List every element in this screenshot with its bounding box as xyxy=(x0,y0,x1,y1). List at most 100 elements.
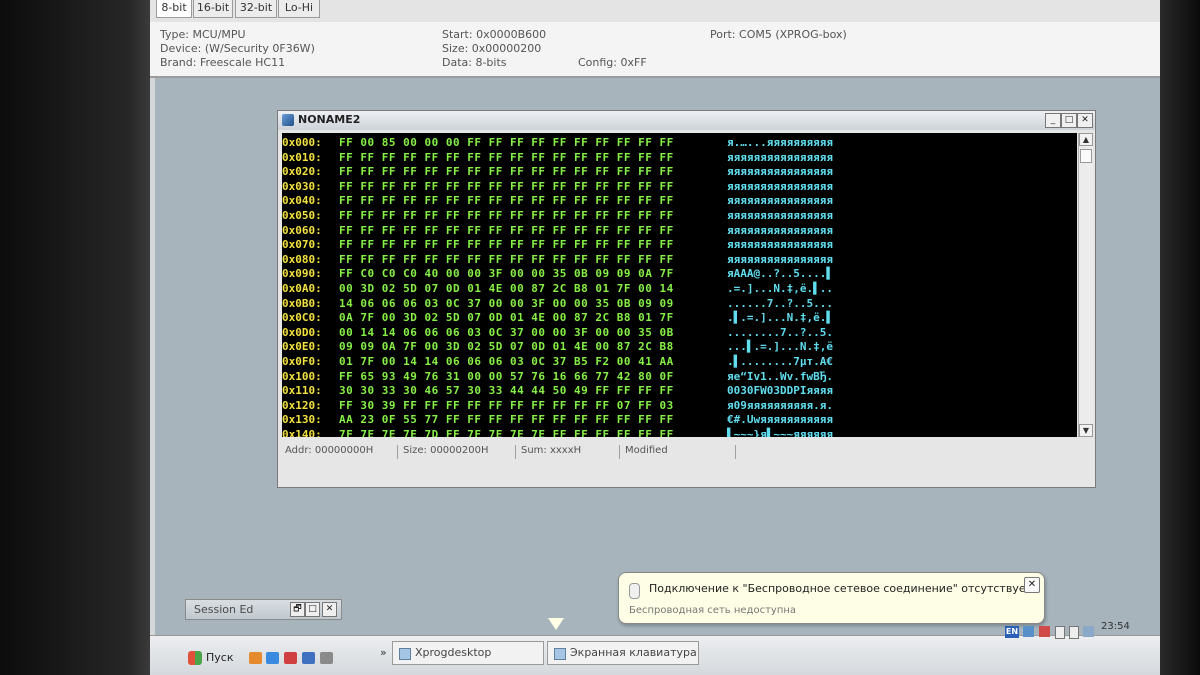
device-type: Type: MCU/MPU xyxy=(160,28,246,41)
tool-icon[interactable] xyxy=(320,652,333,664)
wireless-icon xyxy=(629,583,640,599)
hex-address: 0x010: xyxy=(282,150,322,164)
hex-address: 0x0E0: xyxy=(282,340,322,354)
task-label: Xprogdesktop xyxy=(415,646,492,659)
hex-ascii: яяяяяяяяяяяяяяяя xyxy=(727,238,833,252)
minimize-button[interactable]: _ xyxy=(1045,113,1061,128)
maximize-button[interactable]: □ xyxy=(1061,113,1077,128)
internet-explorer-icon[interactable] xyxy=(249,652,262,664)
hex-bytes: 09 09 0A 7F 00 3D 02 5D 07 0D 01 4E 00 8… xyxy=(339,340,674,354)
vertical-scrollbar[interactable]: ▲ ▼ xyxy=(1078,133,1093,437)
status-addr: Addr: 00000000H xyxy=(282,445,398,459)
port-value: Port: COM5 (XPROG-box) xyxy=(710,28,847,41)
device-icon[interactable] xyxy=(1055,626,1065,639)
hex-address: 0x030: xyxy=(282,179,322,193)
scroll-down-icon[interactable]: ▼ xyxy=(1079,424,1093,437)
scroll-up-icon[interactable]: ▲ xyxy=(1079,133,1093,146)
hex-address: 0x130: xyxy=(282,413,322,427)
data-width: Data: 8-bits xyxy=(442,56,507,69)
hex-bytes: FF 30 39 FF FF FF FF FF FF FF FF FF FF 0… xyxy=(339,398,674,412)
data-width-tabs: 8-bit 16-bit 32-bit Lo-Hi xyxy=(150,0,1160,22)
hex-bytes: AA 23 0F 55 77 FF FF FF FF FF FF FF FF F… xyxy=(339,413,674,427)
hex-bytes: 30 30 33 30 46 57 30 33 44 44 50 49 FF F… xyxy=(339,384,674,398)
hex-bytes: 00 14 14 06 06 06 03 0C 37 00 00 3F 00 0… xyxy=(339,325,674,339)
hex-bytes: FF 00 85 00 00 00 FF FF FF FF FF FF FF F… xyxy=(339,136,674,149)
hex-bytes: 00 3D 02 5D 07 0D 01 4E 00 87 2C B8 01 7… xyxy=(339,282,674,295)
hex-address: 0x0F0: xyxy=(282,355,322,368)
hex-dump-area[interactable]: 0x000: FF 00 85 00 00 00 FF FF FF FF FF F… xyxy=(282,133,1077,437)
minimized-window-label: Session Ed xyxy=(194,603,254,616)
volume-icon[interactable] xyxy=(1083,626,1094,637)
hex-bytes: FF 65 93 49 76 31 00 00 57 76 16 66 77 4… xyxy=(339,369,674,383)
maximize-button[interactable]: □ xyxy=(305,602,320,617)
device-name: Device: (W/Security 0F36W) xyxy=(160,42,315,55)
tab-8-bit[interactable]: 8-bit xyxy=(156,0,192,18)
minimized-session-window[interactable]: Session Ed 🗗 □ ✕ xyxy=(185,599,342,620)
keyboard-icon xyxy=(554,648,566,660)
hex-ascii: ...▌.=.]...N.‡,ё xyxy=(727,340,833,354)
hex-address: 0x090: xyxy=(282,267,322,281)
hex-bytes: 0A 7F 00 3D 02 5D 07 0D 01 4E 00 87 2C B… xyxy=(339,311,674,325)
task-onscreen-keyboard[interactable]: Экранная клавиатура xyxy=(547,641,699,665)
hex-ascii: яяяяяяяяяяяяяяяя xyxy=(727,179,833,193)
device-info-bar: Type: MCU/MPU Device: (W/Security 0F36W)… xyxy=(150,22,1160,78)
hex-address: 0x070: xyxy=(282,238,322,252)
notification-close-button[interactable]: ✕ xyxy=(1024,577,1040,593)
battery-icon[interactable] xyxy=(1069,626,1079,639)
hex-bytes: FF FF FF FF FF FF FF FF FF FF FF FF FF F… xyxy=(339,223,674,237)
hex-ascii: яяяяяяяяяяяяяяяя xyxy=(727,150,833,164)
hex-address: 0x100: xyxy=(282,369,322,383)
hex-address: 0x020: xyxy=(282,165,322,179)
screen: 8-bit 16-bit 32-bit Lo-Hi Type: MCU/MPU … xyxy=(150,0,1160,675)
hex-address: 0x110: xyxy=(282,384,322,398)
hex-status-bar: Addr: 00000000H Size: 00000200H Sum: xxx… xyxy=(282,443,1091,461)
hex-ascii: 0030FW03DDPIяяяя xyxy=(727,384,833,398)
tab-32-bit[interactable]: 32-bit xyxy=(235,0,277,18)
hex-address: 0x050: xyxy=(282,209,322,222)
tab-lo-hi[interactable]: Lo-Hi xyxy=(278,0,320,18)
close-button[interactable]: ✕ xyxy=(1077,113,1093,128)
browser-icon[interactable] xyxy=(266,652,279,664)
close-button[interactable]: ✕ xyxy=(322,602,337,617)
task-xprogdesktop[interactable]: Xprogdesktop xyxy=(392,641,544,665)
start-label: Пуск xyxy=(206,651,234,664)
hex-ascii: €#.Uwяяяяяяяяяяя xyxy=(727,413,833,427)
chevron-icon[interactable]: » xyxy=(380,646,387,659)
hex-ascii: я09яяяяяяяяяя.я. xyxy=(727,398,833,412)
media-icon[interactable] xyxy=(284,652,297,664)
restore-button[interactable]: 🗗 xyxy=(290,602,305,617)
hex-window-title: NONAME2 xyxy=(298,113,361,126)
start-button[interactable]: Пуск xyxy=(188,647,238,669)
app-icon xyxy=(282,114,294,126)
language-indicator[interactable]: EN xyxy=(1005,626,1019,638)
hex-bytes: 7F 7E 7E 7E 7D FF 7F 7E 7E 7E FF FF FF F… xyxy=(339,428,674,437)
notification-balloon: Подключение к "Беспроводное сетевое соед… xyxy=(618,572,1045,624)
hex-address: 0x0B0: xyxy=(282,296,322,310)
tab-16-bit[interactable]: 16-bit xyxy=(193,0,233,18)
security-icon[interactable] xyxy=(1039,626,1050,637)
hex-ascii: яяяяяяяяяяяяяяяя xyxy=(727,165,833,179)
hex-address: 0x0A0: xyxy=(282,282,322,295)
hex-address: 0x0D0: xyxy=(282,325,322,339)
hex-ascii: я.…...яяяяяяяяяя xyxy=(727,136,833,149)
notification-pointer xyxy=(548,618,564,630)
hex-ascii: яяяяяяяяяяяяяяяя xyxy=(727,209,833,222)
hex-bytes: FF FF FF FF FF FF FF FF FF FF FF FF FF F… xyxy=(339,194,674,208)
hex-ascii: яяяяяяяяяяяяяяяя xyxy=(727,194,833,208)
task-label: Экранная клавиатура xyxy=(570,646,697,659)
status-modified: Modified xyxy=(622,445,736,459)
save-icon[interactable] xyxy=(302,652,315,664)
hex-ascii: .=.]...N.‡,ё.▌.. xyxy=(727,282,833,295)
status-size: Size: 00000200H xyxy=(400,445,516,459)
network-icon[interactable] xyxy=(1023,626,1034,637)
hex-address: 0x040: xyxy=(282,194,322,208)
scroll-thumb[interactable] xyxy=(1080,149,1092,163)
monitor-bezel-left xyxy=(0,0,150,675)
hex-window-titlebar[interactable]: NONAME2 _ □ ✕ xyxy=(278,111,1095,130)
hex-address: 0x060: xyxy=(282,223,322,237)
hex-bytes: 14 06 06 06 03 0C 37 00 00 3F 00 00 35 0… xyxy=(339,296,674,310)
config-value: Config: 0xFF xyxy=(578,56,647,69)
hex-ascii: .▌.=.]...N.‡,ё.▌ xyxy=(727,311,833,325)
hex-address: 0x140: xyxy=(282,428,322,437)
window-icon xyxy=(399,648,411,660)
